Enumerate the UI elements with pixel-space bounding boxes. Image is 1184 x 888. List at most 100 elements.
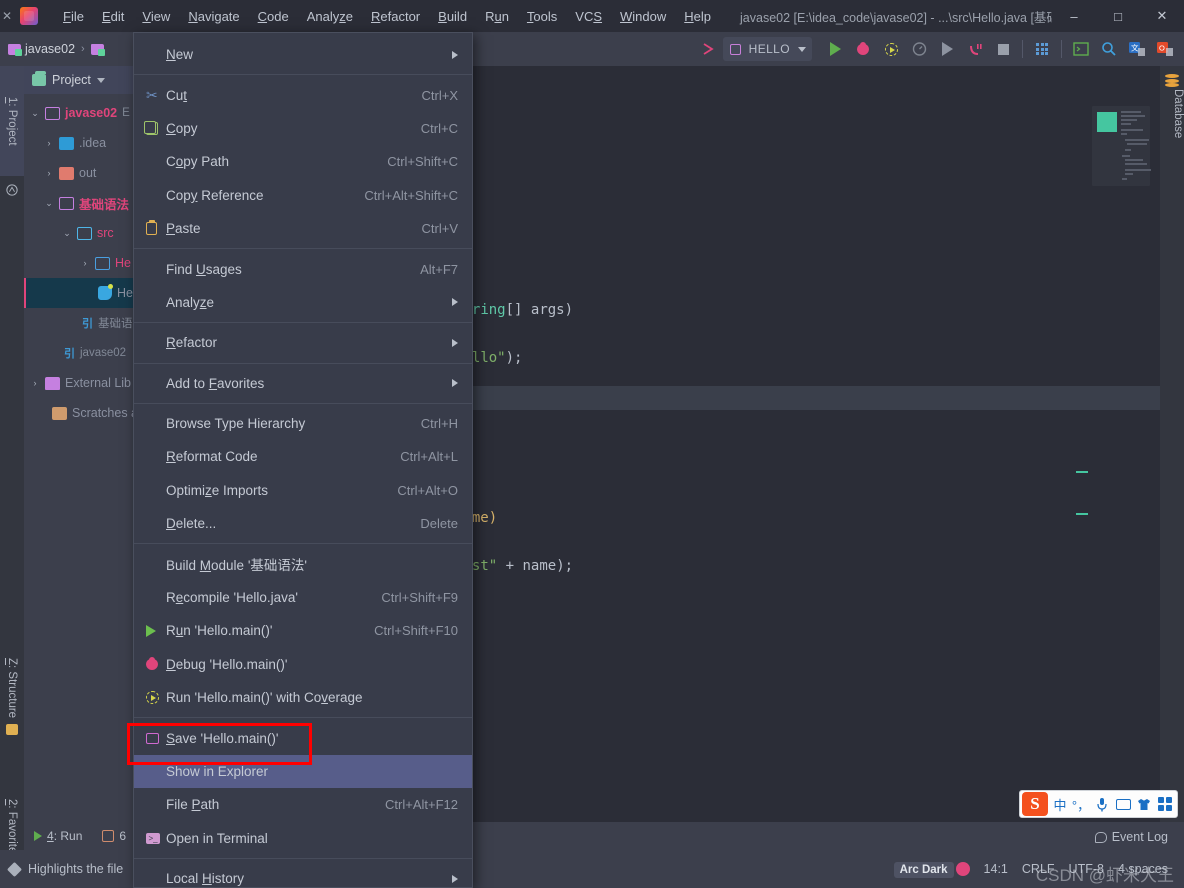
menu-build[interactable]: Build <box>429 4 476 29</box>
menu-item-copy[interactable]: Copy Ctrl+C <box>134 112 472 145</box>
menu-item-shortcut: Delete <box>420 516 458 532</box>
menu-item-debug-main[interactable]: Debug 'Hello.main()' <box>134 648 472 681</box>
breadcrumb-separator: › <box>81 43 85 55</box>
search-button[interactable] <box>1096 36 1122 62</box>
menu-code[interactable]: Code <box>249 4 298 29</box>
menu-item-optimize-imports[interactable]: Optimize Imports Ctrl+Alt+O <box>134 474 472 507</box>
run-button[interactable] <box>822 36 848 62</box>
translate-button[interactable]: 文 <box>1124 36 1150 62</box>
terminal-icon-wrap: >_ <box>146 832 166 844</box>
stop-button[interactable] <box>990 36 1016 62</box>
menu-item-find-usages[interactable]: Find Usages Alt+F7 <box>134 252 472 285</box>
fold-marker-icon[interactable] <box>1076 471 1088 473</box>
menu-item-copy-path[interactable]: Copy Path Ctrl+Shift+C <box>134 145 472 178</box>
run-dim-button[interactable] <box>934 36 960 62</box>
sogou-logo-icon[interactable]: S <box>1022 792 1048 816</box>
expand-arrow-icon[interactable]: › <box>44 138 54 148</box>
menu-item-label: Run 'Hello.main()' <box>166 623 273 639</box>
expand-arrow-icon[interactable]: ⌄ <box>30 108 40 119</box>
attach-debugger-button[interactable] <box>962 36 988 62</box>
context-menu[interactable]: New ✂ Cut Ctrl+X Copy Ctrl+C Copy Path C… <box>133 32 473 888</box>
coverage-button[interactable] <box>878 36 904 62</box>
run-configuration-selector[interactable]: HELLO <box>722 37 812 61</box>
menu-item-build-module[interactable]: Build Module '基础语法' <box>134 547 472 580</box>
sidebar-item-database[interactable]: Database <box>1160 89 1184 138</box>
profiler-button[interactable] <box>906 36 932 62</box>
menu-item-recompile[interactable]: Recompile 'Hello.java' Ctrl+Shift+F9 <box>134 581 472 614</box>
menu-item-label: Reformat Code <box>166 449 258 465</box>
menu-view[interactable]: View <box>133 4 179 29</box>
bottom-tab-run[interactable]: 4: Run <box>24 829 92 843</box>
menu-tools[interactable]: Tools <box>518 4 566 29</box>
breadcrumb-next[interactable] <box>90 43 105 56</box>
tree-label: 基础语 <box>98 318 133 330</box>
sidebar-item-structure[interactable]: Z: Structure <box>0 606 24 741</box>
menu-file[interactable]: File <box>54 4 93 29</box>
caret-position[interactable]: 14:1 <box>984 862 1008 876</box>
menu-item-analyze[interactable]: Analyze <box>134 286 472 319</box>
maximize-button[interactable]: □ <box>1096 0 1140 32</box>
menu-item-add-to-favorites[interactable]: Add to Favorites <box>134 367 472 400</box>
menu-item-cut[interactable]: ✂ Cut Ctrl+X <box>134 78 472 111</box>
menu-item-run-main[interactable]: Run 'Hello.main()' Ctrl+Shift+F10 <box>134 614 472 647</box>
menu-item-label: New <box>166 47 194 63</box>
menu-window[interactable]: Window <box>611 4 675 29</box>
terminal-button[interactable] <box>1068 36 1094 62</box>
theme-indicator[interactable]: Arc Dark <box>893 862 970 878</box>
todo-icon <box>102 830 115 842</box>
submenu-arrow-icon <box>452 50 458 59</box>
expand-arrow-icon[interactable]: ⌄ <box>44 198 54 209</box>
menu-item-open-in-terminal[interactable]: >_ Open in Terminal <box>134 822 472 855</box>
close-button[interactable]: ✕ <box>1140 0 1184 32</box>
module-folder-icon <box>45 106 60 120</box>
ime-skin-icon[interactable] <box>1135 793 1153 815</box>
sidebar-item-project-label: 1: Project <box>6 96 18 146</box>
menu-item-reformat-code[interactable]: Reformat Code Ctrl+Alt+L <box>134 440 472 473</box>
event-log-button[interactable]: Event Log <box>1094 830 1168 844</box>
sidebar-item-project[interactable]: 1: Project <box>0 66 24 176</box>
editor-minimap[interactable] <box>1092 106 1151 186</box>
source-root-icon <box>77 226 92 240</box>
minimize-button[interactable]: – <box>1052 0 1096 32</box>
chevron-down-icon[interactable] <box>96 77 105 83</box>
ime-toolbar[interactable]: S 中 °， <box>1019 790 1178 818</box>
expand-arrow-icon[interactable]: › <box>80 258 90 268</box>
left-close-icon[interactable]: ✕ <box>0 0 14 32</box>
menu-item-browse-type-hierarchy[interactable]: Browse Type Hierarchy Ctrl+H <box>134 407 472 440</box>
submenu-arrow-icon <box>452 874 458 883</box>
menu-item-show-in-explorer[interactable]: Show in Explorer <box>134 754 472 789</box>
menu-analyze[interactable]: Analyze <box>298 4 362 29</box>
expand-arrow-icon[interactable]: › <box>44 168 54 178</box>
toolbar-divider <box>1022 40 1023 58</box>
breadcrumb-project[interactable]: javase02 <box>8 42 75 56</box>
menu-refactor[interactable]: Refactor <box>362 4 429 29</box>
ime-punctuation-button[interactable]: °， <box>1072 793 1090 815</box>
bottom-tab-todo[interactable]: 6 <box>92 829 136 843</box>
menu-item-refactor[interactable]: Refactor <box>134 326 472 359</box>
menu-item-save-main[interactable]: Save 'Hello.main()' <box>134 721 472 754</box>
ime-microphone-icon[interactable] <box>1093 793 1111 815</box>
menu-item-local-history[interactable]: Local History <box>134 862 472 887</box>
menu-item-file-path[interactable]: File Path Ctrl+Alt+F12 <box>134 788 472 821</box>
menu-item-new[interactable]: New <box>134 38 472 71</box>
build-icon[interactable] <box>695 36 721 62</box>
ime-mode-button[interactable]: 中 <box>1051 793 1069 815</box>
expand-arrow-icon[interactable]: ⌄ <box>62 228 72 239</box>
layout-button[interactable] <box>1029 36 1055 62</box>
ocr-button[interactable]: O <box>1152 36 1178 62</box>
menu-run[interactable]: Run <box>476 4 518 29</box>
expand-arrow-icon[interactable]: › <box>30 378 40 388</box>
menu-item-copy-reference[interactable]: Copy Reference Ctrl+Alt+Shift+C <box>134 179 472 212</box>
ime-keyboard-icon[interactable] <box>1114 793 1132 815</box>
menu-item-delete[interactable]: Delete... Delete <box>134 507 472 540</box>
menu-item-paste[interactable]: Paste Ctrl+V <box>134 212 472 245</box>
menu-item-run-with-coverage[interactable]: Run 'Hello.main()' with Coverage <box>134 681 472 714</box>
debug-button[interactable] <box>850 36 876 62</box>
menu-vcs[interactable]: VCS <box>566 4 611 29</box>
fold-marker-icon-2[interactable] <box>1076 513 1088 515</box>
menu-help[interactable]: Help <box>675 4 720 29</box>
menu-edit[interactable]: Edit <box>93 4 133 29</box>
ime-more-icon[interactable] <box>1156 793 1174 815</box>
terminal-icon: >_ <box>146 832 160 844</box>
menu-navigate[interactable]: Navigate <box>179 4 248 29</box>
